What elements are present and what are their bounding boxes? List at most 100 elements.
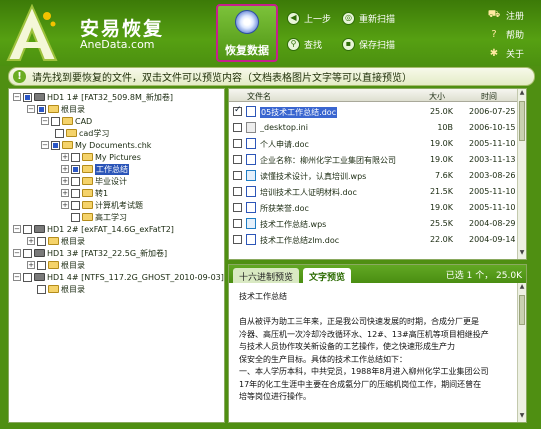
search-icon: ⚲ bbox=[287, 37, 300, 51]
about-button[interactable]: ✱ 关于 bbox=[488, 46, 524, 60]
file-checkbox[interactable] bbox=[233, 203, 242, 212]
expand-icon[interactable]: + bbox=[27, 261, 35, 269]
folder-icon bbox=[66, 129, 77, 137]
register-button[interactable]: ⛟ 注册 bbox=[488, 8, 524, 22]
file-row[interactable]: 技术工作总结.wps 25.5K 2004-08-29 bbox=[229, 217, 519, 230]
tree-node[interactable]: − HD1 2# [exFAT_14.6G_exFatT2] bbox=[13, 223, 174, 235]
prev-step-button[interactable]: ◀ 上一步 bbox=[287, 10, 331, 26]
scroll-thumb[interactable] bbox=[519, 101, 525, 141]
selection-status: 已选 1 个， 25.0K bbox=[445, 271, 522, 281]
preview-text: 技术工作总结 自从被评为助工三年来，正是我公司快速发展的时期，合成分厂更是 冷器… bbox=[239, 291, 517, 404]
tree-node[interactable]: − HD1 4# [NTFS_117.2G_GHOST_2010-09-03] bbox=[13, 271, 224, 283]
file-checkbox[interactable] bbox=[233, 123, 242, 132]
save-scan-button[interactable]: ▪ 保存扫描 bbox=[342, 36, 395, 52]
tree-node[interactable]: + 根目录 bbox=[27, 259, 85, 271]
tree-node[interactable]: + 毕业设计 bbox=[61, 175, 127, 187]
column-header-name[interactable]: 文件名 bbox=[247, 91, 271, 102]
tree-checkbox[interactable] bbox=[23, 272, 32, 282]
tree-checkbox[interactable] bbox=[37, 284, 46, 294]
file-checkbox[interactable] bbox=[233, 139, 242, 148]
file-checkbox[interactable] bbox=[233, 235, 242, 244]
tree-node[interactable]: − HD1 1# [FAT32_509.8M_新加卷] bbox=[13, 91, 173, 103]
expand-icon[interactable]: + bbox=[61, 201, 69, 209]
collapse-icon[interactable]: − bbox=[41, 117, 49, 125]
tab-text-preview[interactable]: 文字预览 bbox=[303, 268, 352, 283]
tree-node[interactable]: + 根目录 bbox=[27, 235, 85, 247]
tree-node[interactable]: − HD1 3# [FAT32_22.5G_新加卷] bbox=[13, 247, 167, 259]
tree-checkbox[interactable] bbox=[71, 152, 80, 162]
file-name: 所获荣誉.doc bbox=[260, 204, 309, 213]
file-checkbox[interactable] bbox=[233, 187, 242, 196]
tree-checkbox[interactable] bbox=[71, 188, 80, 198]
expand-icon[interactable]: + bbox=[61, 189, 69, 197]
tree-node[interactable]: 根目录 bbox=[37, 283, 85, 295]
tree-checkbox[interactable] bbox=[71, 176, 80, 186]
file-row[interactable]: 所获荣誉.doc 19.0K 2005-11-10 bbox=[229, 201, 519, 214]
collapse-icon[interactable]: − bbox=[13, 273, 21, 281]
tree-checkbox[interactable] bbox=[23, 224, 32, 234]
collapse-icon[interactable]: − bbox=[41, 141, 49, 149]
scroll-up-icon[interactable]: ▲ bbox=[518, 89, 526, 99]
tab-hex-preview[interactable]: 十六进制预览 bbox=[233, 268, 300, 283]
tree-node[interactable]: 高工学习 bbox=[71, 211, 127, 223]
find-label: 查找 bbox=[304, 40, 323, 51]
tree-node[interactable]: + 工作总结 bbox=[61, 163, 129, 175]
recover-data-button[interactable]: 恢复数据 bbox=[216, 4, 278, 62]
tree-node[interactable]: − CAD bbox=[41, 115, 92, 127]
collapse-icon[interactable]: − bbox=[27, 105, 35, 113]
partition-tree[interactable]: − HD1 1# [FAT32_509.8M_新加卷] − 根目录 − CAD … bbox=[8, 88, 225, 423]
scroll-down-icon[interactable]: ▼ bbox=[518, 249, 526, 259]
find-button[interactable]: ⚲ 查找 bbox=[287, 36, 322, 52]
file-checkbox[interactable] bbox=[233, 105, 242, 116]
expand-icon[interactable]: + bbox=[61, 153, 69, 161]
tree-checkbox[interactable] bbox=[51, 140, 60, 150]
tree-node[interactable]: cad学习 bbox=[55, 127, 109, 139]
file-row[interactable]: 读懂技术设计，认真培训.wps 7.6K 2003-08-26 bbox=[229, 169, 519, 182]
tree-checkbox[interactable] bbox=[37, 236, 46, 246]
collapse-icon[interactable]: − bbox=[13, 93, 21, 101]
column-header-date[interactable]: 时间 bbox=[481, 91, 497, 102]
preview-scrollbar[interactable]: ▲ ▼ bbox=[517, 283, 526, 422]
tree-checkbox[interactable] bbox=[23, 248, 32, 258]
file-row[interactable]: 个人申请.doc 19.0K 2005-11-10 bbox=[229, 137, 519, 150]
file-list[interactable]: 文件名 大小 时间 05技术工作总结.doc 25.0K 2006-07-25 … bbox=[228, 88, 527, 260]
doc-file-icon bbox=[246, 106, 256, 117]
tree-node[interactable]: + 转1 bbox=[61, 187, 108, 199]
tree-checkbox[interactable] bbox=[37, 104, 46, 114]
brand-url: AneData.com bbox=[80, 38, 155, 51]
file-row[interactable]: 05技术工作总结.doc 25.0K 2006-07-25 bbox=[229, 105, 519, 118]
scroll-up-icon[interactable]: ▲ bbox=[518, 283, 526, 293]
tree-checkbox[interactable] bbox=[51, 116, 60, 126]
file-row[interactable]: _desktop.ini 10B 2006-10-15 bbox=[229, 121, 519, 134]
expand-icon[interactable]: + bbox=[61, 165, 69, 173]
rescan-button[interactable]: ◎ 重新扫描 bbox=[342, 10, 395, 26]
tree-checkbox[interactable] bbox=[71, 164, 80, 174]
tree-checkbox[interactable] bbox=[55, 128, 64, 138]
tree-node[interactable]: + 计算机考试题 bbox=[61, 199, 143, 211]
file-row[interactable]: 培训技术工人证明材料.doc 21.5K 2005-11-10 bbox=[229, 185, 519, 198]
file-row[interactable]: 企业名称：柳州化学工业集团有限公司 19.0K 2003-11-13 bbox=[229, 153, 519, 166]
collapse-icon[interactable]: − bbox=[13, 249, 21, 257]
expand-icon[interactable]: + bbox=[61, 177, 69, 185]
scroll-down-icon[interactable]: ▼ bbox=[518, 412, 526, 422]
file-checkbox[interactable] bbox=[233, 155, 242, 164]
tree-node[interactable]: + My Pictures bbox=[61, 151, 141, 163]
tree-checkbox[interactable] bbox=[71, 200, 80, 210]
help-button[interactable]: ? 帮助 bbox=[488, 27, 524, 41]
tree-checkbox[interactable] bbox=[37, 260, 46, 270]
column-header-size[interactable]: 大小 bbox=[429, 91, 445, 102]
file-row[interactable]: 技术工作总结zlm.doc 22.0K 2004-09-14 bbox=[229, 233, 519, 246]
tree-checkbox[interactable] bbox=[71, 212, 80, 222]
file-checkbox[interactable] bbox=[233, 171, 242, 180]
scroll-thumb[interactable] bbox=[519, 295, 525, 325]
tree-node[interactable]: − 根目录 bbox=[27, 103, 85, 115]
file-checkbox[interactable] bbox=[233, 219, 242, 228]
collapse-icon[interactable]: − bbox=[13, 225, 21, 233]
file-list-scrollbar[interactable]: ▲ ▼ bbox=[517, 89, 526, 259]
tree-checkbox[interactable] bbox=[23, 92, 32, 102]
prev-step-label: 上一步 bbox=[304, 14, 332, 25]
expand-icon[interactable]: + bbox=[27, 237, 35, 245]
hint-text: 请先找到要恢复的文件，双击文件可以预览内容（文档表格图片文字等可以直接预览） bbox=[32, 73, 412, 84]
folder-icon bbox=[82, 213, 93, 221]
tree-node[interactable]: − My Documents.chk bbox=[41, 139, 151, 151]
